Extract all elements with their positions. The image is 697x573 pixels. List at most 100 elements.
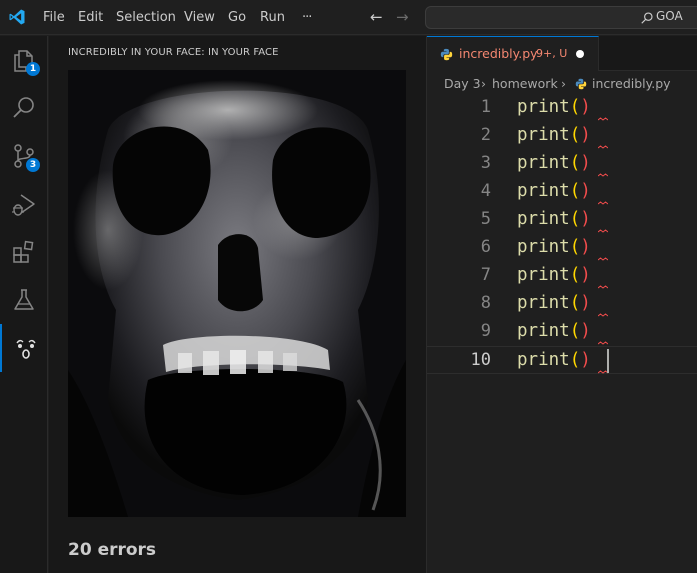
breadcrumb-file[interactable]: incredibly.py <box>592 73 671 95</box>
screaming-skull-image <box>68 70 406 517</box>
close-paren: ) <box>580 125 591 145</box>
error-squiggle[interactable] <box>598 285 608 289</box>
unsaved-dot-icon[interactable] <box>576 50 584 58</box>
error-squiggle[interactable] <box>598 257 608 261</box>
close-paren: ) <box>580 293 591 313</box>
run-debug-icon <box>12 194 35 216</box>
close-paren: ) <box>580 181 591 201</box>
chevron-right-icon: › <box>481 76 486 91</box>
menu-edit[interactable]: Edit <box>78 0 103 35</box>
extensions-icon <box>13 240 34 263</box>
activity-explorer[interactable]: 1 <box>0 36 48 84</box>
open-paren: ( <box>569 293 581 313</box>
open-paren: ( <box>569 97 581 117</box>
code-line[interactable]: 2 print() <box>427 122 697 150</box>
close-paren: ) <box>580 265 591 285</box>
activity-search[interactable] <box>0 84 48 132</box>
close-paren: ) <box>580 321 591 341</box>
chevron-right-icon: › <box>561 76 566 91</box>
command-center[interactable]: GOA <box>425 6 697 29</box>
menu-more[interactable]: ··· <box>302 0 312 35</box>
code-line[interactable]: 7 print() <box>427 262 697 290</box>
function-name: print <box>517 153 570 173</box>
editor-tabs: incredibly.py 9+, U <box>427 36 697 71</box>
code-text: print() <box>517 237 591 257</box>
close-paren: ) <box>580 350 591 370</box>
code-text: print() <box>517 125 591 145</box>
arrow-left-icon[interactable]: ← <box>370 8 383 26</box>
menu-selection[interactable]: Selection <box>116 0 176 35</box>
breadcrumb-homework[interactable]: homework <box>492 73 558 95</box>
line-number: 7 <box>480 265 491 285</box>
function-name: print <box>517 209 570 229</box>
line-number: 6 <box>480 237 491 257</box>
code-text: print() <box>517 265 591 285</box>
activity-bar: 1 3 <box>0 36 48 573</box>
code-text: print() <box>517 321 591 341</box>
error-squiggle[interactable] <box>598 173 608 177</box>
activity-extensions[interactable] <box>0 228 48 276</box>
code-line[interactable]: 10 print() <box>427 346 697 374</box>
screaming-face-icon <box>16 339 36 359</box>
command-center-text: GOA <box>656 9 683 23</box>
error-squiggle[interactable] <box>598 145 608 149</box>
tab-filename: incredibly.py <box>459 46 538 61</box>
function-name: print <box>517 321 570 341</box>
line-number: 10 <box>470 350 491 370</box>
python-icon <box>440 48 453 61</box>
error-squiggle[interactable] <box>598 117 608 121</box>
code-line[interactable]: 1 print() <box>427 94 697 122</box>
error-squiggle[interactable] <box>598 313 608 317</box>
code-line[interactable]: 4 print() <box>427 178 697 206</box>
function-name: print <box>517 97 570 117</box>
menu-go[interactable]: Go <box>228 0 246 35</box>
code-line[interactable]: 8 print() <box>427 290 697 318</box>
error-squiggle[interactable] <box>598 201 608 205</box>
activity-screaming-face[interactable] <box>0 324 48 372</box>
open-paren: ( <box>569 181 581 201</box>
function-name: print <box>517 350 570 370</box>
error-squiggle[interactable] <box>598 341 608 345</box>
function-name: print <box>517 125 570 145</box>
line-number: 8 <box>480 293 491 313</box>
function-name: print <box>517 265 570 285</box>
errors-count: 20 errors <box>68 540 157 560</box>
function-name: print <box>517 293 570 313</box>
open-paren: ( <box>569 237 581 257</box>
function-name: print <box>517 181 570 201</box>
error-squiggle[interactable] <box>598 229 608 233</box>
line-number: 9 <box>480 321 491 341</box>
menu-view[interactable]: View <box>184 0 215 35</box>
activity-run-debug[interactable] <box>0 180 48 228</box>
menu-run[interactable]: Run <box>260 0 285 35</box>
open-paren: ( <box>569 125 581 145</box>
function-name: print <box>517 237 570 257</box>
breadcrumb-day3[interactable]: Day 3 <box>444 73 481 95</box>
arrow-right-icon[interactable]: → <box>396 8 409 26</box>
text-cursor <box>607 349 609 373</box>
code-line[interactable]: 9 print() <box>427 318 697 346</box>
menu-file[interactable]: File <box>43 0 65 35</box>
activity-testing[interactable] <box>0 276 48 324</box>
vscode-logo-icon[interactable] <box>8 8 26 26</box>
activity-source-control[interactable]: 3 <box>0 132 48 180</box>
editor: incredibly.py 9+, U Day 3 › homework › i… <box>427 36 697 573</box>
code-text: print() <box>517 350 591 370</box>
tab-problem-status: 9+, U <box>536 47 568 60</box>
side-panel: INCREDIBLY IN YOUR FACE: IN YOUR FACE 20… <box>49 36 426 573</box>
tab-incredibly-py[interactable]: incredibly.py 9+, U <box>427 36 599 71</box>
line-number: 1 <box>480 97 491 117</box>
python-icon <box>575 78 587 90</box>
close-paren: ) <box>580 97 591 117</box>
code-line[interactable]: 5 print() <box>427 206 697 234</box>
line-number: 4 <box>480 181 491 201</box>
code-text: print() <box>517 181 591 201</box>
code-text: print() <box>517 209 591 229</box>
explorer-badge: 1 <box>26 62 40 76</box>
close-paren: ) <box>580 237 591 257</box>
line-number: 5 <box>480 209 491 229</box>
code-line[interactable]: 3 print() <box>427 150 697 178</box>
line-number: 2 <box>480 125 491 145</box>
open-paren: ( <box>569 350 581 370</box>
code-line[interactable]: 6 print() <box>427 234 697 262</box>
